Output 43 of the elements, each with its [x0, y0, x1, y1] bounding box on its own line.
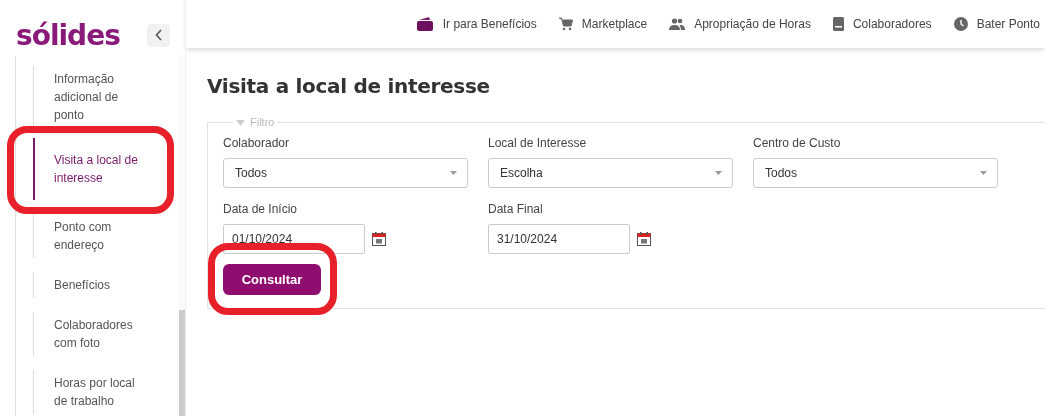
nav-link-label: Apropriação de Horas — [694, 17, 811, 31]
field-label: Local de Interesse — [488, 136, 588, 150]
select-field[interactable]: Todos — [753, 158, 998, 188]
nav-link-label: Marketplace — [581, 17, 648, 31]
select-field[interactable]: Escolha — [488, 158, 733, 188]
sidebar-item[interactable]: Informação adicional de ponto — [33, 66, 156, 128]
caret-icon — [450, 171, 457, 175]
sidebar-item[interactable]: Horas por local de trabalho — [33, 370, 156, 414]
nav-link[interactable]: Marketplace — [558, 17, 648, 31]
sidebar-item[interactable]: Colaboradores com foto — [33, 312, 156, 356]
book-icon — [832, 17, 844, 31]
chevron-left-icon — [154, 29, 163, 41]
logo: sólides — [16, 18, 120, 52]
nav-link-label: Bater Ponto — [976, 17, 1040, 31]
sidebar-item[interactable]: Benefícios — [33, 272, 156, 298]
consultar-button[interactable]: Consultar — [223, 264, 321, 295]
page-title: Visita a local de interesse — [207, 74, 491, 98]
collapse-button[interactable] — [147, 23, 170, 47]
field-label: Colaborador — [223, 136, 291, 150]
people-icon — [669, 18, 686, 30]
select-field[interactable]: Todos — [223, 158, 468, 188]
nav-link[interactable]: Ir para Benefícios — [415, 16, 537, 32]
clock-icon — [953, 17, 968, 31]
field-label: Data de Início — [223, 202, 299, 216]
cart-icon — [558, 17, 573, 31]
nav-link-label: Ir para Benefícios — [442, 17, 537, 31]
date-field[interactable]: 31/10/2024 — [488, 224, 630, 254]
scrollbar-thumb[interactable] — [179, 310, 185, 416]
caret-icon — [715, 171, 722, 175]
nav-link[interactable]: Apropriação de Horas — [669, 17, 811, 31]
nav-link-label: Colaboradores — [852, 17, 932, 31]
sidebar-item[interactable]: Visita a local de interesse — [33, 138, 156, 200]
caret-icon — [980, 171, 987, 175]
wallet-icon — [415, 16, 434, 32]
field-label: Data Final — [488, 202, 544, 216]
nav-link[interactable]: Colaboradores — [832, 17, 932, 31]
field-label: Centro de Custo — [753, 136, 842, 150]
calendar-icon[interactable] — [372, 232, 386, 246]
caret-icon — [236, 120, 245, 126]
nav-link[interactable]: Bater Ponto — [953, 17, 1040, 31]
sidebar-item[interactable]: Ponto com endereço — [33, 214, 156, 258]
scrollbar[interactable] — [179, 56, 185, 416]
calendar-icon[interactable] — [637, 232, 651, 246]
